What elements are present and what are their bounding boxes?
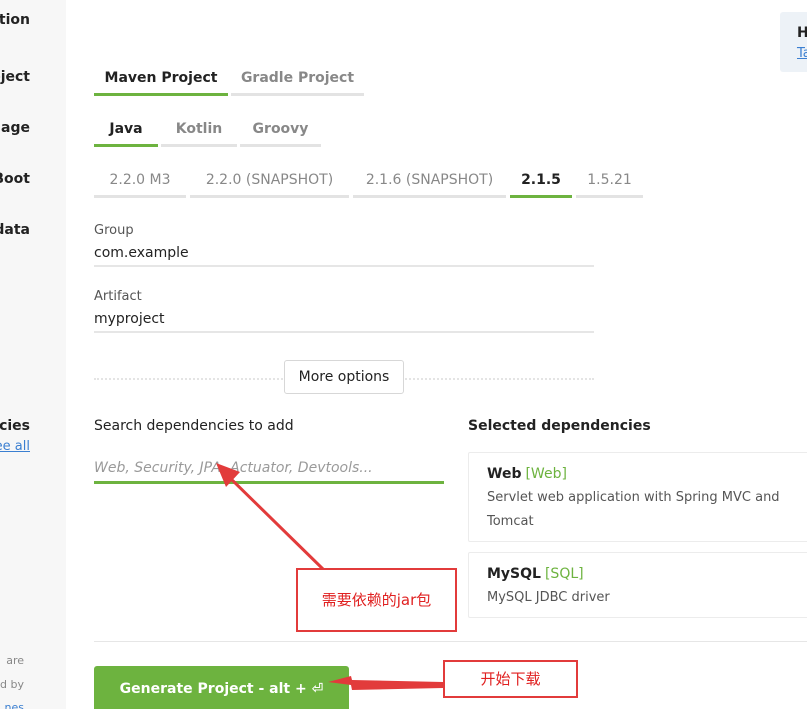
dependency-description: Servlet web application with Spring MVC … [487, 490, 780, 529]
tab-gradle-project[interactable]: Gradle Project [231, 62, 364, 96]
dependency-card-mysql[interactable]: MySQL [SQL] MySQL JDBC driver [468, 552, 807, 618]
annotation-download-note: 开始下载 [443, 660, 578, 698]
tab-boot-2-1-5[interactable]: 2.1.5 [510, 164, 572, 198]
dependency-card-web[interactable]: Web [Web] Servlet web application with Sp… [468, 452, 807, 542]
tab-groovy[interactable]: Groovy [240, 113, 321, 147]
sidebar-label-spring-boot: Boot [0, 171, 30, 187]
dependency-tag: [SQL] [544, 566, 584, 582]
tab-boot-1-5-21[interactable]: 1.5.21 [576, 164, 643, 198]
artifact-label: Artifact [94, 289, 142, 304]
tab-boot-2-2-0-snapshot[interactable]: 2.2.0 (SNAPSHOT) [190, 164, 349, 198]
annotation-jar-note: 需要依赖的jar包 [296, 568, 457, 632]
help-card-heading: H [797, 25, 807, 41]
sidebar-label-project-metadata: ation [0, 12, 30, 28]
help-card: H Ta [780, 12, 807, 72]
tab-boot-2-2-0-m3[interactable]: 2.2.0 M3 [94, 164, 186, 198]
search-dependencies-label: Search dependencies to add [94, 418, 294, 434]
selected-dependencies-title: Selected dependencies [468, 418, 651, 434]
group-input[interactable]: com.example [94, 245, 594, 267]
left-sidebar: ation oject uage Boot data encies ee all… [0, 0, 66, 709]
tab-kotlin[interactable]: Kotlin [161, 113, 237, 147]
dependency-description: MySQL JDBC driver [487, 590, 610, 605]
search-dependencies-input[interactable] [94, 454, 444, 484]
sidebar-label-metadata: data [0, 222, 30, 238]
more-options-button[interactable]: More options [284, 360, 404, 394]
tab-maven-project[interactable]: Maven Project [94, 62, 228, 96]
dependency-name: MySQL [487, 566, 541, 582]
dependency-tag: [Web] [525, 466, 567, 482]
group-label: Group [94, 223, 134, 238]
dependency-name: Web [487, 466, 522, 482]
sidebar-footer-link[interactable]: nes [5, 701, 24, 709]
help-card-link[interactable]: Ta [797, 46, 807, 61]
see-all-link[interactable]: ee all [0, 439, 30, 454]
tab-boot-2-1-6-snapshot[interactable]: 2.1.6 (SNAPSHOT) [353, 164, 506, 198]
tab-java[interactable]: Java [94, 113, 158, 147]
arrow-to-search [224, 472, 328, 574]
footer-divider [94, 641, 807, 642]
artifact-input[interactable]: myproject [94, 311, 594, 333]
sidebar-label-dependencies: encies [0, 418, 30, 434]
generate-project-button[interactable]: Generate Project - alt + ⏎ [94, 666, 349, 709]
sidebar-footer-text-1: are [6, 654, 24, 667]
sidebar-label-language: uage [0, 120, 30, 136]
sidebar-label-project: oject [0, 69, 30, 85]
sidebar-footer-text-2: d by [0, 678, 24, 691]
